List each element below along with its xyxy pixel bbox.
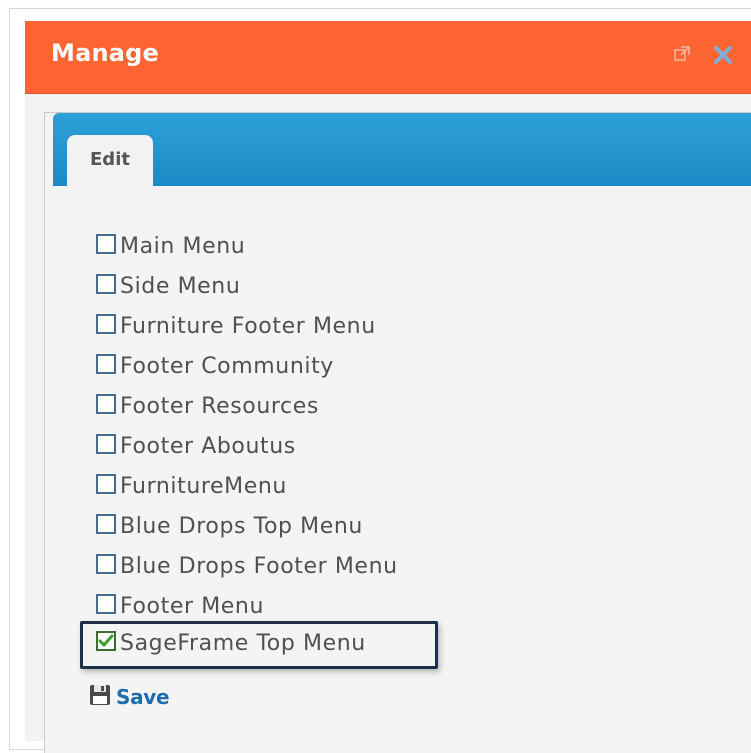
menu-item-main-menu: Main Menu	[96, 231, 245, 261]
menu-checkbox[interactable]	[96, 514, 116, 534]
menu-item-label: Side Menu	[120, 273, 241, 299]
menu-item-label: Blue Drops Top Menu	[120, 513, 363, 539]
tab-edit[interactable]: Edit	[67, 135, 153, 187]
external-link-icon[interactable]	[673, 45, 691, 67]
menu-item-label: Footer Resources	[120, 393, 319, 419]
menu-item-label: Furniture Footer Menu	[120, 313, 376, 339]
menu-item-furnituremenu: FurnitureMenu	[96, 471, 287, 501]
menu-item-label: FurnitureMenu	[120, 473, 287, 499]
save-button[interactable]: Save	[88, 683, 170, 711]
menu-checkbox[interactable]	[96, 394, 116, 414]
menu-checkbox[interactable]	[96, 594, 116, 614]
menu-item-label: Footer Aboutus	[120, 433, 296, 459]
menu-checkbox[interactable]	[96, 234, 116, 254]
menu-item-footer-community: Footer Community	[96, 351, 334, 381]
save-label: Save	[116, 685, 170, 709]
floppy-disk-icon	[88, 683, 112, 711]
menu-checkbox[interactable]	[96, 554, 116, 574]
menu-checkbox[interactable]	[96, 314, 116, 334]
close-icon[interactable]	[713, 45, 733, 69]
menu-item-footer-aboutus: Footer Aboutus	[96, 431, 296, 461]
selection-highlight	[80, 621, 438, 669]
menu-item-blue-drops-top-menu: Blue Drops Top Menu	[96, 511, 363, 541]
dialog-title: Manage	[51, 39, 160, 67]
menu-item-label: Blue Drops Footer Menu	[120, 553, 398, 579]
menu-checkbox[interactable]	[96, 274, 116, 294]
dialog-titlebar: Manage	[25, 21, 751, 94]
menu-item-furniture-footer-menu: Furniture Footer Menu	[96, 311, 376, 341]
tab-bar: Edit	[53, 113, 751, 187]
menu-checkbox[interactable]	[96, 474, 116, 494]
menu-checkbox[interactable]	[96, 434, 116, 454]
menu-item-blue-drops-footer-menu: Blue Drops Footer Menu	[96, 551, 398, 581]
menu-item-label: Main Menu	[120, 233, 246, 259]
menu-item-footer-resources: Footer Resources	[96, 391, 319, 421]
menu-item-label: Footer Menu	[120, 593, 264, 619]
menu-item-footer-menu: Footer Menu	[96, 591, 264, 621]
menu-checkbox[interactable]	[96, 354, 116, 374]
menu-item-side-menu: Side Menu	[96, 271, 240, 301]
menu-item-label: Footer Community	[120, 353, 334, 379]
